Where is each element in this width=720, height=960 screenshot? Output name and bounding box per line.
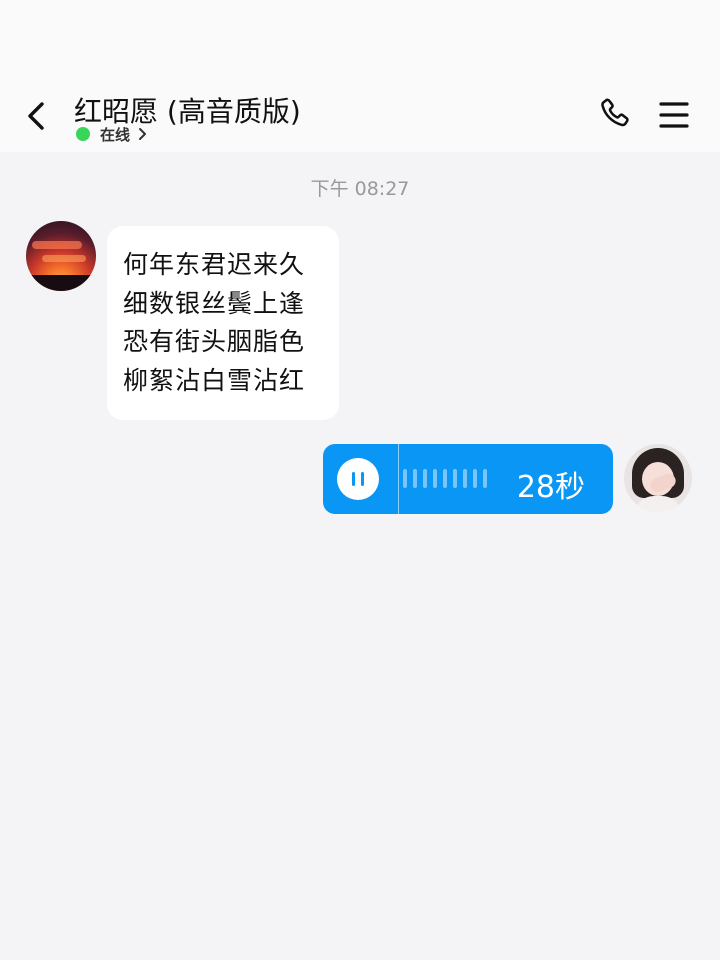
phone-icon (601, 98, 629, 127)
avatar-body (634, 496, 682, 512)
message-line: 柳絮沾白雪沾红 (123, 365, 306, 395)
online-status[interactable]: 在线 (76, 124, 148, 144)
contact-avatar[interactable] (26, 221, 96, 291)
call-button[interactable] (598, 96, 634, 132)
online-dot-icon (76, 127, 90, 141)
voice-duration: 28秒 (516, 470, 585, 505)
message-line: 何年东君迟来久 (123, 250, 306, 279)
voice-waveform (403, 469, 487, 489)
pause-button[interactable] (337, 458, 379, 500)
outgoing-voice-message[interactable]: 28秒 (323, 444, 613, 514)
pause-icon (361, 472, 364, 486)
user-avatar[interactable] (624, 444, 692, 512)
avatar-sunset-cloud (32, 241, 82, 249)
online-status-label: 在线 (100, 125, 131, 144)
chat-header: 红昭愿 (高音质版) 在线 (0, 88, 720, 152)
avatar-sunset-ground (26, 275, 96, 291)
chevron-right-icon (139, 128, 147, 140)
status-bar (0, 0, 720, 88)
menu-icon (659, 102, 689, 128)
back-arrow-icon (28, 102, 44, 130)
pause-icon (352, 472, 355, 486)
message-line: 恐有街头胭脂色 (123, 327, 306, 356)
avatar-sunset-cloud (42, 255, 86, 262)
message-line: 细数银丝鬓上逢 (123, 288, 306, 318)
back-button[interactable] (20, 98, 56, 134)
playback-position-line (398, 444, 399, 514)
message-timestamp: 下午 08:27 (310, 178, 410, 200)
incoming-text-message[interactable]: 何年东君迟来久 细数银丝鬓上逢 恐有街头胭脂色 柳絮沾白雪沾红 (107, 226, 339, 420)
more-menu-button[interactable] (656, 98, 692, 132)
